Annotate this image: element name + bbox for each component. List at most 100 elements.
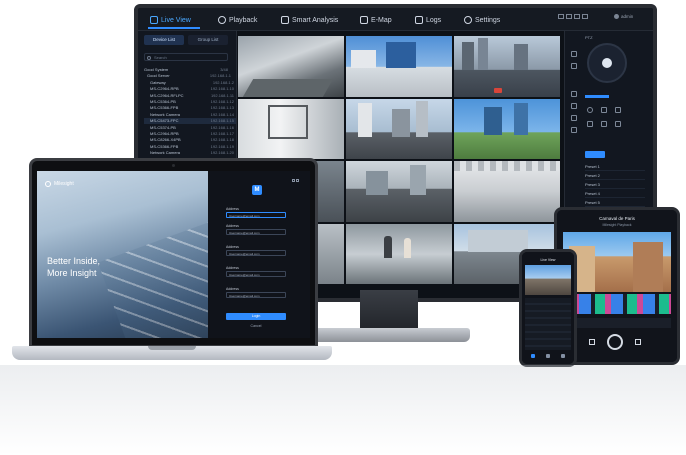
login-field[interactable]: Username@email.com	[226, 250, 286, 256]
tab-device-list[interactable]: Device List	[144, 35, 184, 45]
device-name: MS-C2964-RPB	[150, 131, 179, 136]
snapshot-icon[interactable]	[601, 107, 607, 113]
smart-analysis-icon	[281, 16, 289, 24]
login-field[interactable]: Username@email.com	[226, 212, 286, 218]
login-field[interactable]: Username@email.com	[226, 292, 286, 298]
video-tile[interactable]	[454, 36, 560, 97]
joystick-knob[interactable]	[602, 58, 612, 68]
login-field[interactable]: Username@email.com	[226, 229, 286, 235]
tab-live-view[interactable]: Live View	[150, 13, 191, 27]
preset-item[interactable]: Preset 3	[585, 181, 645, 189]
zoom-in-icon[interactable]	[571, 51, 577, 57]
gear-icon	[464, 16, 472, 24]
tab-label: Smart Analysis	[292, 16, 339, 24]
user-menu[interactable]: admin	[614, 14, 633, 19]
tab-e-map[interactable]: E-Map	[360, 13, 392, 27]
window-controls	[292, 179, 302, 183]
device-tree-item[interactable]: MS-C2964-RPB 192.168.1.10	[144, 86, 236, 92]
login-button[interactable]: Login	[226, 313, 286, 320]
device-name: MS-C2964-RPB	[150, 86, 179, 92]
playback-icon[interactable]	[545, 354, 550, 358]
preset-item[interactable]: Preset 1	[585, 163, 645, 171]
monitor-stand-base	[310, 328, 470, 342]
login-form: M Address Username@email.com Address Use…	[208, 171, 310, 338]
audio-icon[interactable]	[615, 107, 621, 113]
device-tree-item[interactable]: MS-C5364-PB 192.168.1.12	[144, 99, 236, 105]
device-tree-item[interactable]: Network Camera 192.168.1.14	[144, 112, 236, 118]
device-tree-item[interactable]: Network Camera 192.168.1.20	[144, 150, 236, 156]
search-placeholder: Search	[154, 55, 167, 60]
device-tree-item[interactable]: MS-C5473-FPC 192.168.1.15	[144, 118, 236, 125]
focus-icon[interactable]	[571, 91, 577, 97]
device-tree-item[interactable]: MS-C5374-PB 192.168.1.16	[144, 125, 236, 131]
login-field[interactable]: Username@email.com	[226, 271, 286, 277]
wiper-icon[interactable]	[571, 127, 577, 133]
video-tile[interactable]	[346, 36, 452, 97]
record-icon[interactable]	[587, 107, 593, 113]
logo-icon	[45, 181, 51, 187]
video-tile[interactable]	[238, 98, 344, 159]
settings-icon[interactable]	[561, 354, 566, 358]
tab-settings[interactable]: Settings	[464, 13, 500, 27]
fast-forward-icon[interactable]	[635, 339, 641, 345]
ptz-joystick[interactable]	[587, 43, 627, 83]
device-tree-item[interactable]: Good System 3/48	[144, 67, 230, 73]
phone-video[interactable]	[525, 265, 571, 295]
user-name: admin	[621, 14, 634, 19]
app-logo: M	[252, 185, 262, 195]
preset-item[interactable]: Preset 4	[585, 190, 645, 198]
device-name: MS-C5366-FPB	[150, 143, 179, 149]
device-name: Network Camera	[150, 111, 181, 117]
active-tab-indicator	[148, 27, 200, 29]
timeline-bar[interactable]	[563, 294, 671, 314]
device-tree-item[interactable]: Gateway 192.168.1.2	[144, 80, 236, 86]
device-name: Good Server	[147, 73, 170, 79]
search-input[interactable]: Search	[144, 53, 228, 61]
device-tree-item[interactable]: MS-C5366-FPB 192.168.1.19	[144, 144, 236, 150]
logs-icon	[415, 16, 423, 24]
laptop-notch	[148, 346, 196, 350]
home-icon[interactable]	[530, 354, 535, 358]
rewind-icon[interactable]	[589, 339, 595, 345]
play-pause-button[interactable]	[607, 334, 623, 350]
device-meta: 192.168.1.18	[210, 137, 234, 143]
video-tile[interactable]	[238, 36, 344, 97]
iris-icon[interactable]	[571, 103, 577, 109]
tablet-video[interactable]	[563, 232, 671, 292]
device-tree-item[interactable]: MS-C2964-RFLPC 192.168.1.11	[144, 93, 236, 99]
preset-item[interactable]: Preset 5	[585, 199, 645, 207]
phone-title: Live View	[540, 258, 556, 262]
video-tile[interactable]	[346, 98, 452, 159]
device-tree-item[interactable]: MS-C5366-FPB 192.168.1.13	[144, 105, 236, 111]
pattern-icon[interactable]	[601, 121, 607, 127]
light-icon[interactable]	[571, 115, 577, 121]
video-tile[interactable]	[346, 223, 452, 284]
close-icon[interactable]	[296, 179, 299, 182]
tagline-line-1: Better Inside,	[47, 256, 101, 266]
search-icon	[147, 55, 151, 60]
tab-smart-analysis[interactable]: Smart Analysis	[281, 13, 338, 27]
device-meta: 192.168.1.11	[210, 92, 234, 98]
preset-tab[interactable]	[585, 151, 605, 158]
video-tile[interactable]	[454, 161, 560, 222]
tab-group-list[interactable]: Group List	[188, 35, 228, 45]
device-tree-item[interactable]: Good Server 192.168.1.1	[144, 73, 233, 79]
preset-item[interactable]: Preset 2	[585, 172, 645, 180]
timeline-scale	[563, 318, 671, 328]
speed-slider[interactable]	[585, 95, 609, 98]
tab-logs[interactable]: Logs	[415, 13, 441, 27]
tablet-title: Carnaval de Paris	[599, 216, 635, 221]
device-name: MS-C8266-X4PB	[150, 137, 181, 143]
video-tile[interactable]	[346, 161, 452, 222]
patrol-icon[interactable]	[587, 121, 593, 127]
zoom-out-icon[interactable]	[571, 63, 577, 69]
network-icon	[574, 14, 580, 19]
video-tile[interactable]	[454, 98, 560, 159]
tab-label: E-Map	[371, 16, 392, 24]
home-icon[interactable]	[615, 121, 621, 127]
cancel-link[interactable]: Cancel	[226, 324, 286, 328]
tab-playback[interactable]: Playback	[218, 13, 257, 27]
minimize-icon[interactable]	[292, 179, 295, 182]
device-tree-item[interactable]: MS-C8266-X4PB 192.168.1.18	[144, 137, 236, 143]
device-tree-item[interactable]: MS-C2964-RPB 192.168.1.17	[144, 131, 236, 137]
